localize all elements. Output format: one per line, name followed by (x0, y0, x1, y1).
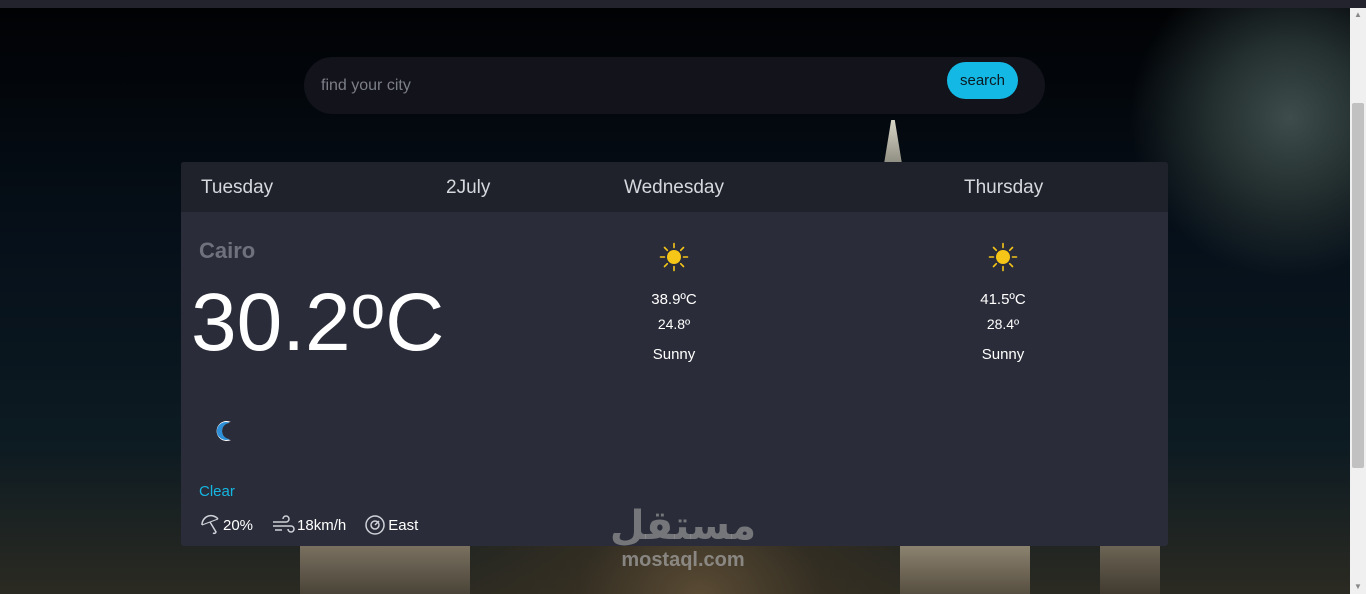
current-condition: Clear (199, 483, 235, 500)
wind-stat: 18km/h (271, 514, 346, 536)
direction-stat: East (364, 514, 418, 536)
direction-value: East (388, 516, 419, 534)
search-button[interactable]: search (947, 62, 1018, 99)
background-tower-left (300, 546, 470, 594)
search-bar: search (304, 57, 1045, 114)
forecast-day-2-panel: 41.5ºC 28.4º Sunny (923, 242, 1083, 363)
forecast-condition: Sunny (981, 346, 1025, 363)
background-tower-right-2 (1100, 546, 1160, 594)
wind-value: 18km/h (297, 516, 347, 534)
card-header: Tuesday 2July Wednesday Thursday (181, 162, 1168, 212)
current-date: 2July (446, 177, 491, 198)
rain-value: 20% (223, 516, 254, 534)
rain-stat: 20% (199, 514, 253, 536)
forecast-min-temp: 28.4º (986, 316, 1020, 332)
compass-icon (365, 515, 385, 535)
current-temperature: 30.2oC (191, 277, 444, 364)
sun-icon (659, 242, 689, 272)
scroll-down-icon[interactable]: ▼ (1352, 580, 1364, 594)
temperature-unit: C (385, 277, 445, 368)
wind-icon (273, 515, 295, 533)
sun-icon (988, 242, 1018, 272)
city-name: Cairo (199, 238, 256, 263)
temperature-value: 30.2 (191, 277, 351, 368)
watermark-logo: مستقل (609, 503, 757, 549)
forecast-max-temp: 38.9ºC (651, 291, 697, 308)
current-day: Tuesday (201, 177, 274, 198)
forecast-min-temp: 24.8º (657, 316, 691, 332)
search-input[interactable] (321, 73, 921, 99)
degree-symbol: o (350, 273, 386, 342)
weather-card: Tuesday 2July Wednesday Thursday Cairo 3… (181, 162, 1168, 546)
umbrella-icon (201, 514, 219, 535)
weather-stats: 20% 18km/h East (199, 513, 436, 537)
moon-icon (216, 421, 231, 441)
forecast-condition: Sunny (652, 346, 696, 363)
forecast-day-1-panel: 38.9ºC 24.8º Sunny (594, 242, 754, 363)
watermark: مستقل mostaql.com (603, 503, 763, 583)
watermark-text: mostaql.com (621, 549, 745, 571)
forecast-max-temp: 41.5ºC (980, 291, 1026, 308)
scroll-up-icon[interactable]: ▲ (1352, 8, 1364, 22)
background-tower-right (900, 546, 1030, 594)
forecast-day-1: Wednesday (624, 177, 724, 198)
browser-top-strip (0, 0, 1366, 8)
scrollbar-thumb[interactable] (1352, 103, 1364, 468)
forecast-day-2: Thursday (964, 177, 1044, 198)
